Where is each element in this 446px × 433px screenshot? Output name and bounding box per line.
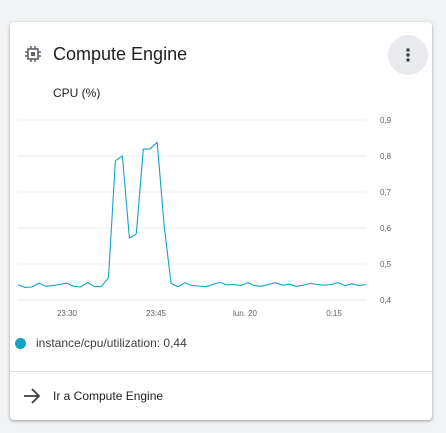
x-tick-label: 23:45 (146, 309, 167, 318)
x-tick-label: 23:30 (57, 309, 78, 318)
y-tick-label: 0,5 (380, 260, 392, 269)
cpu-line-chart: 0,4 0,5 0,6 0,7 0,8 0,9 23:30 23:45 lun. 20 0:15 (17, 116, 392, 318)
y-tick-label: 0,7 (380, 188, 392, 197)
y-tick-label: 0,6 (380, 224, 392, 233)
footer-link-label: Ir a Compute Engine (53, 389, 164, 403)
y-tick-label: 0,4 (380, 296, 392, 305)
series-line (17, 141, 367, 288)
arrow-right-icon (22, 387, 42, 405)
x-tick-label: 0:15 (326, 309, 342, 318)
x-tick-label: lun. 20 (233, 309, 258, 318)
y-tick-label: 0,8 (380, 152, 392, 161)
legend-label: instance/cpu/utilization: 0,44 (36, 336, 187, 350)
y-tick-label: 0,9 (380, 116, 392, 125)
legend-color-dot (15, 338, 26, 349)
compute-engine-card: Compute Engine CPU (%) 0,4 0,5 0,6 0,7 0,8 0,… (10, 22, 432, 420)
go-to-compute-engine-link[interactable]: Ir a Compute Engine (10, 372, 432, 420)
